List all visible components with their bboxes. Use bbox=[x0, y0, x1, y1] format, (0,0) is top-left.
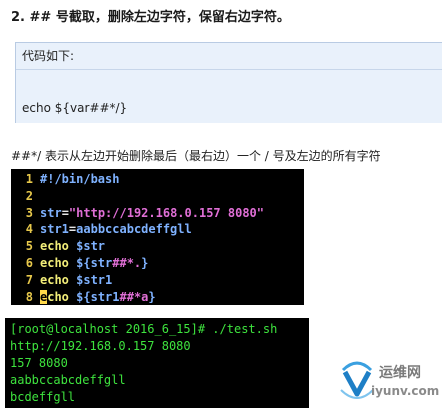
code-box: 代码如下: echo ${var##*/} bbox=[15, 42, 442, 123]
terminal-line: 157 8080 bbox=[10, 356, 68, 370]
code-token: ${str1 bbox=[76, 289, 120, 304]
line-number: 3 bbox=[25, 205, 33, 220]
code-token: = bbox=[61, 205, 69, 220]
vim-editor-screenshot: 1 #!/bin/bash 2 3 str="http://192.168.0.157 … bbox=[11, 169, 304, 305]
watermark: 运维网 iyunv.com bbox=[337, 358, 440, 406]
terminal-output-screenshot: [root@localhost 2016_6_15]# ./test.sh htt… bbox=[5, 318, 309, 408]
editor-line: 1 #!/bin/bash bbox=[11, 171, 304, 188]
editor-line: 7 echo $str1 bbox=[11, 272, 304, 289]
code-token: cho bbox=[47, 289, 77, 304]
editor-line: 5 echo $str bbox=[11, 238, 304, 255]
terminal-line: [root@localhost 2016_6_15]# ./test.sh bbox=[10, 322, 278, 336]
editor-line: 3 str="http://192.168.0.157 8080" bbox=[11, 205, 304, 222]
code-token: echo bbox=[40, 255, 77, 270]
code-token: #!/bin/bash bbox=[40, 172, 120, 186]
line-number: 8 bbox=[25, 289, 33, 304]
terminal-line: http://192.168.0.157 8080 bbox=[10, 339, 191, 353]
code-box-header: 代码如下: bbox=[16, 43, 442, 70]
editor-line: 4 str1=aabbccabcdeffgll bbox=[11, 221, 304, 238]
editor-line: 2 bbox=[11, 188, 304, 205]
code-token: ##*. bbox=[112, 255, 142, 270]
code-token: str1 bbox=[40, 222, 69, 237]
terminal-line: aabbccabcdeffgll bbox=[10, 373, 126, 387]
line-number: 4 bbox=[25, 222, 33, 237]
code-token: $str bbox=[76, 239, 106, 254]
section-heading: 2. ## 号截取，删除左边字符，保留右边字符。 bbox=[11, 10, 290, 25]
code-token: echo bbox=[40, 239, 77, 254]
code-token: ##*a bbox=[119, 289, 149, 304]
line-number: 6 bbox=[25, 255, 33, 270]
line-number: 1 bbox=[25, 172, 33, 186]
watermark-url: iyunv.com bbox=[371, 384, 440, 398]
code-token: echo bbox=[40, 272, 77, 287]
code-token: aabbccabcdeffgll bbox=[76, 222, 192, 237]
code-token: ${str bbox=[76, 255, 113, 270]
code-token: $str1 bbox=[76, 272, 113, 287]
line-number: 2 bbox=[25, 188, 33, 203]
code-token: str bbox=[40, 205, 62, 220]
editor-line: 8 echo ${str1##*a} bbox=[11, 289, 304, 306]
code-token: "http://192.168.0.157 8080" bbox=[68, 205, 264, 220]
editor-line: 6 echo ${str##*.} bbox=[11, 255, 304, 272]
explanation-text: ##*/ 表示从左边开始删除最后（最右边）一个 / 号及左边的所有字符 bbox=[11, 149, 381, 163]
line-number: 7 bbox=[25, 272, 33, 287]
code-token: } bbox=[148, 289, 156, 304]
code-token: } bbox=[141, 255, 149, 270]
code-box-code: echo ${var##*/} bbox=[22, 101, 128, 115]
watermark-name: 运维网 bbox=[379, 365, 421, 381]
line-number: 5 bbox=[25, 239, 33, 254]
terminal-line: bcdeffgll bbox=[10, 390, 76, 404]
